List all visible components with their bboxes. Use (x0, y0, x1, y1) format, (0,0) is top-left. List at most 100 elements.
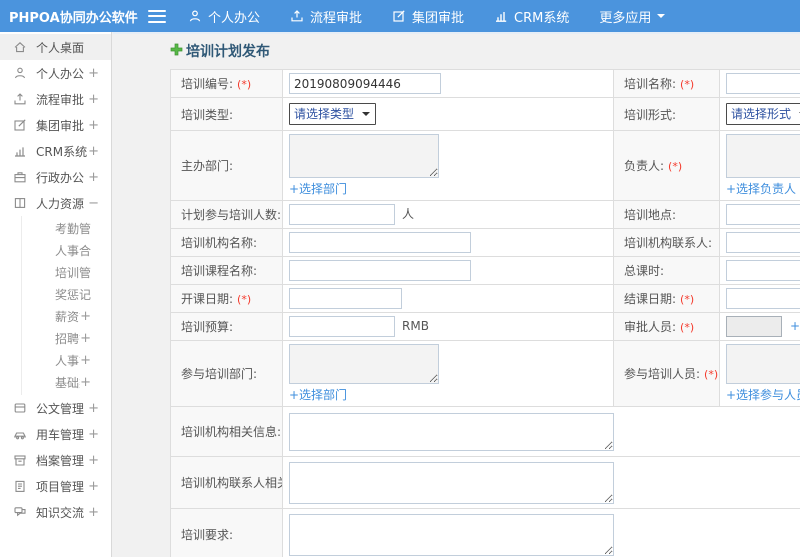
expand-plus-icon[interactable]: + (88, 170, 99, 185)
sidebar-item-personal-office[interactable]: 个人办公 + (0, 60, 111, 86)
table-row: 培训机构名称: 培训机构联系人: (170, 228, 800, 257)
sidebar-item-vehicles[interactable]: 用车管理 + (0, 421, 111, 447)
sidebar-subitem-training[interactable]: 培训管理 (22, 261, 111, 283)
join-dept-textarea[interactable] (289, 344, 439, 384)
hamburger-menu-icon[interactable] (148, 9, 166, 23)
nav-group-approval[interactable]: 集团审批 (392, 7, 464, 26)
currency-label: RMB (402, 319, 429, 333)
sidebar-item-knowledge[interactable]: 知识交流 + (0, 499, 111, 525)
table-row: 参与培训部门: +选择部门 参与培训人员: (*) +选择参与人员 (170, 340, 800, 407)
training-type-select[interactable]: 请选择类型 (289, 103, 376, 125)
field-label: 培训课程名称: (181, 264, 258, 278)
required-mark: (*) (237, 293, 252, 306)
field-label: 结课日期: (624, 292, 677, 306)
unit-label: 人 (402, 207, 415, 221)
field-label: 培训预算: (181, 320, 234, 334)
sidebar-subitem-hr-contract[interactable]: 人事合同 (22, 239, 111, 261)
sidebar-item-documents[interactable]: 公文管理 + (0, 395, 111, 421)
table-row: 计划参与培训人数:(*) 人 培训地点: (170, 200, 800, 229)
location-input[interactable] (726, 204, 800, 225)
nav-workflow-approval[interactable]: 流程审批 (290, 7, 362, 26)
edit-icon (13, 118, 28, 132)
join-people-textarea[interactable] (726, 344, 800, 384)
sidebar-item-label: 项目管理 (36, 479, 85, 494)
sidebar-item-label: 集团审批 (36, 118, 85, 133)
training-mode-select-wrap: 请选择形式 (726, 103, 800, 125)
expand-plus-icon[interactable]: + (88, 401, 99, 416)
field-label: 开课日期: (181, 292, 234, 306)
org-contact-input[interactable] (726, 232, 800, 253)
expand-plus-icon[interactable]: + (88, 453, 99, 468)
sidebar-item-hr[interactable]: 人力资源 − (0, 190, 111, 216)
planned-count-input[interactable] (289, 204, 395, 225)
sidebar-item-workflow-approval[interactable]: 流程审批 + (0, 86, 111, 112)
select-dept-link[interactable]: +选择部门 (289, 182, 347, 196)
nav-label: CRM系统 (514, 10, 570, 26)
home-icon (13, 40, 28, 54)
expand-plus-icon[interactable]: + (88, 92, 99, 107)
nav-personal-office[interactable]: 个人办公 (188, 7, 260, 26)
host-dept-textarea[interactable] (289, 134, 439, 178)
field-label: 培训机构联系人: (624, 236, 713, 250)
training-code-input[interactable] (289, 73, 441, 94)
nav-more-apps[interactable]: 更多应用 (599, 7, 666, 26)
field-label: 参与培训人员: (624, 367, 701, 381)
field-label: 培训编号: (181, 77, 234, 91)
app-logo: PHPOA协同办公软件 (9, 10, 138, 26)
sidebar-subitem-recruit[interactable]: 招聘管理+ (22, 327, 111, 349)
expand-plus-icon[interactable]: + (88, 427, 99, 442)
total-hours-input[interactable] (726, 260, 800, 281)
expand-plus-icon[interactable]: + (80, 375, 91, 390)
expand-plus-icon[interactable]: + (88, 66, 99, 81)
user-icon (13, 66, 28, 80)
leader-textarea[interactable] (726, 134, 800, 178)
sidebar-subitem-base-category[interactable]: 基础类别设置+ (22, 371, 111, 393)
expand-plus-icon[interactable]: + (88, 144, 99, 159)
sidebar-item-projects[interactable]: 项目管理 + (0, 473, 111, 499)
org-info-textarea[interactable] (289, 412, 614, 451)
sidebar-subitem-attendance[interactable]: 考勤管理 (22, 217, 111, 239)
expand-plus-icon[interactable]: + (80, 309, 91, 324)
sidebar-subitem-salary[interactable]: 薪资管理+ (22, 305, 111, 327)
sidebar-subitem-personnel[interactable]: 人事管理+ (22, 349, 111, 371)
org-name-input[interactable] (289, 232, 471, 253)
budget-input[interactable] (289, 316, 395, 337)
training-name-input[interactable] (726, 73, 800, 94)
training-mode-select[interactable]: 请选择形式 (726, 103, 800, 125)
expand-plus-icon[interactable]: + (80, 331, 91, 346)
chart-icon (13, 144, 28, 158)
table-row: 培训要求: (170, 508, 800, 557)
select-join-dept-link[interactable]: +选择部门 (289, 388, 347, 402)
sidebar-item-desktop[interactable]: 个人桌面 (0, 34, 111, 60)
sidebar-subitem-rewards[interactable]: 奖惩记录 (22, 283, 111, 305)
expand-plus-icon[interactable]: + (88, 118, 99, 133)
field-label: 总课时: (624, 264, 665, 278)
collapse-minus-icon[interactable]: − (88, 196, 99, 211)
field-label: 培训地点: (624, 208, 677, 222)
org-contact-info-textarea[interactable] (289, 461, 614, 504)
expand-plus-icon[interactable]: + (88, 479, 99, 494)
sidebar-item-group-approval[interactable]: 集团审批 + (0, 112, 111, 138)
start-date-input[interactable] (289, 288, 402, 309)
select-approver-link[interactable]: +选择审批人员 (790, 319, 800, 333)
field-label: 培训机构相关信息: (181, 425, 282, 439)
sidebar-item-archives[interactable]: 档案管理 + (0, 447, 111, 473)
training-type-select-wrap: 请选择类型 (289, 103, 376, 125)
expand-plus-icon[interactable]: + (88, 505, 99, 520)
expand-plus-icon[interactable]: + (80, 353, 91, 368)
field-label: 参与培训部门: (181, 367, 258, 381)
required-mark: (*) (680, 321, 695, 334)
requirements-textarea[interactable] (289, 513, 614, 556)
course-name-input[interactable] (289, 260, 471, 281)
edit-icon (392, 9, 406, 23)
approver-box[interactable] (726, 316, 782, 337)
nav-label: 更多应用 (599, 10, 652, 26)
select-join-people-link[interactable]: +选择参与人员 (726, 388, 800, 402)
end-date-input[interactable] (726, 288, 800, 309)
nav-crm-system[interactable]: CRM系统 (494, 7, 569, 26)
sidebar-item-crm[interactable]: CRM系统 + (0, 138, 111, 164)
select-leader-link[interactable]: +选择负责人 (726, 182, 796, 196)
sidebar-item-label: CRM系统 (36, 144, 88, 159)
sidebar-item-admin-office[interactable]: 行政办公 + (0, 164, 111, 190)
nav-label: 个人办公 (208, 10, 261, 26)
